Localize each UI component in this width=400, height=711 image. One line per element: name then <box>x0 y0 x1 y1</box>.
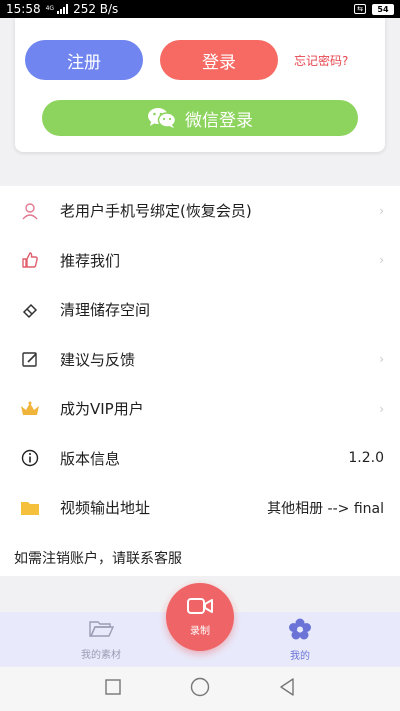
menu-item-label: 版本信息 <box>60 449 121 468</box>
tab-materials[interactable]: 我的素材 <box>41 612 161 667</box>
menu-item-bind-phone[interactable]: 老用户手机号绑定(恢复会员) › <box>0 186 400 236</box>
menu-item-version: 版本信息 1.2.0 <box>0 434 400 484</box>
wechat-login-button[interactable]: 微信登录 <box>42 100 358 136</box>
menu-item-label: 成为VIP用户 <box>60 400 144 419</box>
status-time: 15:58 <box>6 2 41 16</box>
record-label: 录制 <box>190 626 210 637</box>
chevron-right-icon: › <box>379 352 384 367</box>
menu-item-label: 老用户手机号绑定(恢复会员) <box>60 202 252 221</box>
wechat-icon <box>147 107 177 129</box>
folder-icon <box>20 498 40 518</box>
output-path-value: 其他相册 --> final <box>267 500 384 517</box>
info-icon <box>20 448 40 468</box>
back-button[interactable] <box>279 678 295 700</box>
menu-item-recommend[interactable]: 推荐我们 › <box>0 236 400 286</box>
record-button[interactable]: 录制 <box>166 583 234 651</box>
crown-icon <box>20 399 40 419</box>
tab-mine[interactable]: 我的 <box>240 612 360 667</box>
menu-item-output-path[interactable]: 视频输出地址 其他相册 --> final <box>0 483 400 533</box>
menu-item-label: 推荐我们 <box>60 251 121 270</box>
folder-open-icon <box>88 619 115 642</box>
login-button[interactable]: 登录 <box>160 40 278 80</box>
network-type: 4G <box>45 5 55 12</box>
menu-item-label: 建议与反馈 <box>60 350 136 369</box>
chevron-right-icon: › <box>379 203 384 218</box>
network-speed: 252 B/s <box>73 2 119 16</box>
tab-mine-label: 我的 <box>290 650 310 662</box>
wechat-login-label: 微信登录 <box>185 110 253 131</box>
version-value: 1.2.0 <box>348 450 384 467</box>
flower-icon <box>288 618 312 643</box>
settings-menu: 老用户手机号绑定(恢复会员) › 推荐我们 › 清理储存空间 建议与反馈 › 成… <box>0 186 400 576</box>
vibrate-icon: ⇆ <box>354 4 366 14</box>
menu-item-clean-storage[interactable]: 清理储存空间 <box>0 285 400 335</box>
thumbs-up-icon <box>20 250 40 270</box>
forgot-password-link[interactable]: 忘记密码? <box>294 52 348 69</box>
signal-icon <box>57 4 69 14</box>
video-camera-icon <box>187 597 213 618</box>
chevron-right-icon: › <box>379 253 384 268</box>
battery-icon: 54 <box>372 3 394 15</box>
edit-icon <box>20 349 40 369</box>
cancel-account-note: 如需注销账户，请联系客服 <box>14 550 182 567</box>
home-button[interactable] <box>190 677 210 701</box>
menu-item-label: 清理储存空间 <box>60 301 151 320</box>
system-nav-bar <box>0 667 400 711</box>
recents-button[interactable] <box>104 679 121 699</box>
register-button[interactable]: 注册 <box>25 40 143 80</box>
login-card: 注册 登录 忘记密码? 微信登录 <box>15 18 385 152</box>
user-icon <box>20 201 40 221</box>
eraser-icon <box>20 300 40 320</box>
chevron-right-icon: › <box>379 401 384 416</box>
menu-item-label: 视频输出地址 <box>60 499 151 518</box>
status-bar: 15:58 4G 252 B/s ⇆ 54 <box>0 0 400 18</box>
tab-materials-label: 我的素材 <box>81 649 121 661</box>
menu-item-vip[interactable]: 成为VIP用户 › <box>0 384 400 434</box>
menu-item-feedback[interactable]: 建议与反馈 › <box>0 335 400 385</box>
